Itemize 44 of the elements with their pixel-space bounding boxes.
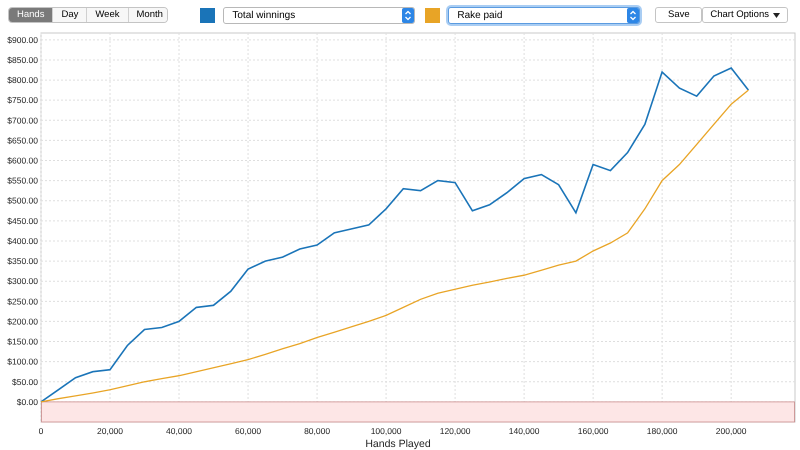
x-tick-label: 20,000 [97,426,124,436]
series-dropdown[interactable]: Total winnings [223,6,416,24]
dropdown-value: Total winnings [232,8,296,22]
y-tick-label: $300.00 [7,276,38,286]
y-tick-label: $350.00 [7,256,38,266]
y-tick-label: $800.00 [7,75,38,86]
period-tab[interactable]: Month [128,8,168,22]
y-tick-label: $900.00 [7,34,38,45]
y-tick-label: $500.00 [7,196,38,206]
x-tick-label: 120,000 [440,426,470,436]
save-button[interactable]: Save [655,7,702,23]
y-tick-label: $250.00 [7,296,38,306]
x-tick-label: 100,000 [370,426,402,436]
x-tick-label: 80,000 [304,426,330,436]
y-tick-label: $700.00 [7,115,38,126]
x-tick-label: 0 [38,426,44,436]
y-tick-label: $600.00 [7,156,38,166]
y-tick-label: $200.00 [7,316,38,326]
x-tick-label: 180,000 [646,426,678,436]
x-tick-label: 60,000 [235,426,262,436]
y-tick-label: $650.00 [7,135,38,146]
stepper-icon [627,8,640,22]
x-axis-title: Hands Played [365,438,431,450]
x-tick-label: 200,000 [716,426,747,436]
y-tick-label: $100.00 [7,356,38,367]
y-tick-label: $400.00 [7,236,38,246]
x-tick-label: 40,000 [166,426,192,436]
caret-icon [773,12,780,18]
y-tick-label: $550.00 [7,176,38,186]
series-dropdown[interactable]: Rake paid [448,6,640,24]
y-tick-label: $150.00 [7,336,38,347]
y-tick-label: $50.00 [12,376,38,387]
period-tab[interactable]: Hands [9,8,54,22]
y-tick-label: $0.00 [16,396,38,407]
chart-options-button[interactable]: Chart Options [702,7,788,23]
stepper-icon [402,8,414,22]
x-tick-label: 160,000 [578,426,608,436]
x-tick-label: 140,000 [508,426,540,436]
period-tab[interactable]: Day [53,8,88,22]
y-tick-label: $750.00 [7,95,38,106]
period-tab[interactable]: Week [87,8,128,22]
y-tick-label: $850.00 [7,54,38,65]
dropdown-value: Rake paid [457,8,502,22]
y-tick-label: $450.00 [7,216,38,226]
